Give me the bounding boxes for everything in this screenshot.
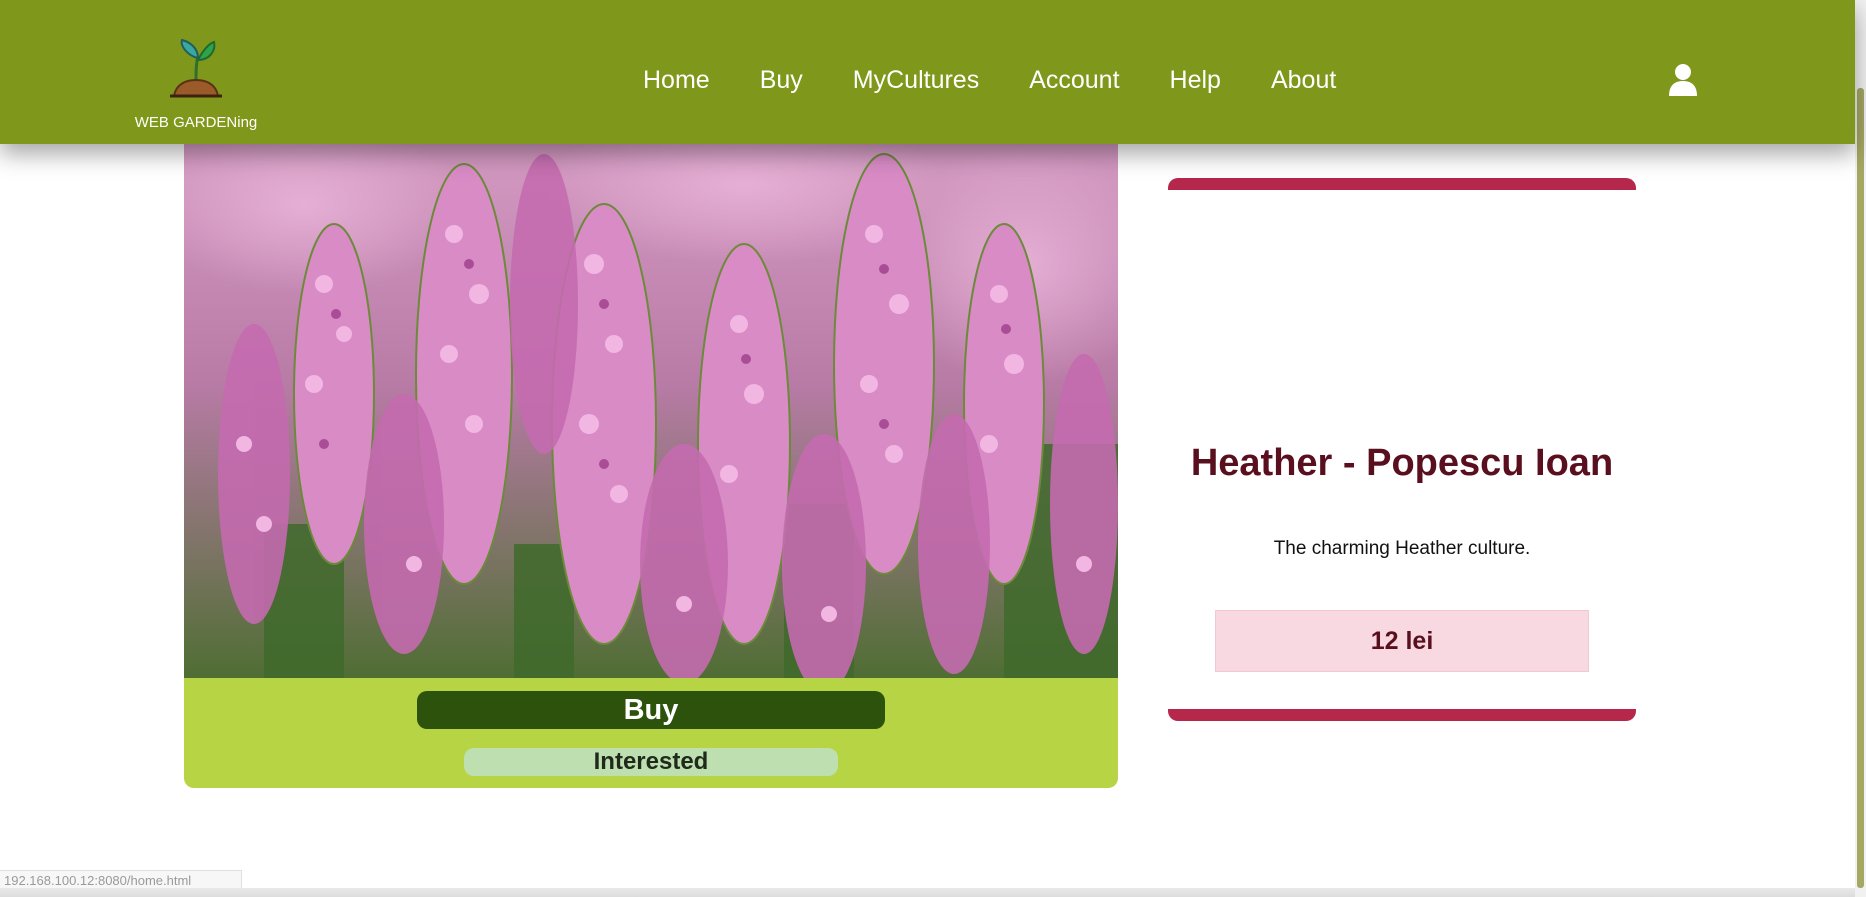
page-scrollbar[interactable]: [1855, 0, 1866, 897]
user-icon[interactable]: [1668, 63, 1698, 102]
product-info-card: Heather - Popescu Ioan The charming Heat…: [1168, 178, 1636, 721]
product-title: Heather - Popescu Ioan: [1190, 442, 1614, 484]
product-photo: [184, 144, 1118, 678]
nav-buy[interactable]: Buy: [760, 66, 803, 95]
card-bottom-accent: [1168, 709, 1636, 721]
product-description: The charming Heather culture.: [1273, 538, 1531, 559]
product-price: 12 lei: [1215, 610, 1589, 672]
card-top-accent: [1168, 178, 1636, 190]
sprout-logo-icon: [170, 38, 222, 98]
status-bar-url: 192.168.100.12:8080/home.html: [0, 870, 242, 890]
logo-text: WEB GARDENing: [134, 114, 258, 131]
site-logo[interactable]: WEB GARDENing: [130, 38, 262, 131]
nav-mycultures[interactable]: MyCultures: [853, 66, 979, 95]
nav-help[interactable]: Help: [1170, 66, 1221, 95]
nav-account[interactable]: Account: [1029, 66, 1119, 95]
product-image-card: Buy Interested: [184, 144, 1118, 788]
nav-home[interactable]: Home: [643, 66, 710, 95]
nav-about[interactable]: About: [1271, 66, 1336, 95]
window-bottom-edge: [0, 888, 1855, 897]
scrollbar-thumb[interactable]: [1857, 88, 1864, 888]
buy-button[interactable]: Buy: [417, 691, 885, 729]
main-nav: Home Buy MyCultures Account Help About: [643, 66, 1386, 95]
heather-flowers-image: [184, 144, 1118, 678]
site-header: WEB GARDENing Home Buy MyCultures Accoun…: [0, 0, 1855, 144]
interested-button[interactable]: Interested: [464, 748, 838, 776]
